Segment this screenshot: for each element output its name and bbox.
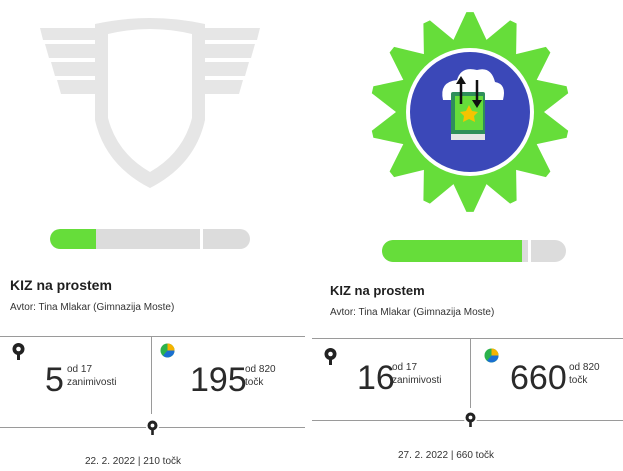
interests-total: od 17 xyxy=(392,362,418,373)
progress-segment-divider xyxy=(200,229,203,249)
badge-title: KIZ na prostem xyxy=(10,277,112,293)
key-icon xyxy=(324,348,337,365)
interests-total: od 17 xyxy=(67,364,93,375)
key-icon xyxy=(146,420,159,435)
shield-badge-locked-icon xyxy=(40,18,260,188)
divider xyxy=(0,336,305,337)
points-total: od 820 xyxy=(569,362,600,373)
points-total: od 820 xyxy=(245,364,276,375)
badge-card-locked[interactable]: KIZ na prostem Avtor: Tina Mlakar (Gimna… xyxy=(0,0,305,471)
pie-chart-icon xyxy=(484,348,499,363)
pie-chart-icon xyxy=(160,343,175,358)
completion-date: 27. 2. 2022 | 660 točk xyxy=(398,450,495,461)
interests-unit: zanimivosti xyxy=(392,375,442,386)
points-unit: točk xyxy=(245,377,264,388)
key-icon xyxy=(12,343,25,360)
divider xyxy=(470,338,471,408)
interests-count: 5 xyxy=(45,361,64,399)
progress-bar xyxy=(382,240,566,262)
progress-bar xyxy=(50,229,250,249)
interests-count: 16 xyxy=(357,359,395,397)
points-count: 660 xyxy=(510,359,567,397)
badge-author: Avtor: Tina Mlakar (Gimnazija Moste) xyxy=(330,307,495,318)
key-icon xyxy=(464,412,477,427)
points-unit: točk xyxy=(569,375,588,386)
progress-fill xyxy=(50,229,96,249)
badge-author: Avtor: Tina Mlakar (Gimnazija Moste) xyxy=(10,302,175,313)
points-count: 195 xyxy=(190,361,247,399)
progress-fill xyxy=(382,240,522,262)
progress-segment-divider xyxy=(528,240,531,262)
gear-badge-book-icon xyxy=(371,12,569,212)
divider xyxy=(151,336,152,414)
completion-date: 22. 2. 2022 | 210 točk xyxy=(85,456,182,467)
interests-unit: zanimivosti xyxy=(67,377,117,388)
badge-title: KIZ na prostem xyxy=(330,283,425,298)
divider xyxy=(312,338,623,339)
badge-card-unlocked[interactable]: KIZ na prostem Avtor: Tina Mlakar (Gimna… xyxy=(312,0,623,471)
